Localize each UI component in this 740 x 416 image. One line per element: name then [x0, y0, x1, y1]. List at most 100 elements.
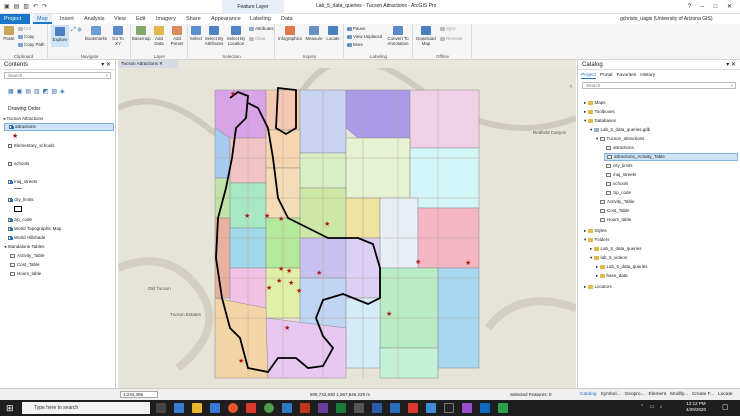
copy-button[interactable]: Copy [18, 34, 34, 39]
chrome-icon[interactable] [264, 403, 274, 413]
catalog-styles[interactable]: ▸ Styles [584, 228, 607, 234]
user-name[interactable]: gchristo_uagis (University of Arizona GI… [620, 16, 713, 22]
notification-icon[interactable]: ▢ [722, 403, 732, 413]
layer-maj-streets[interactable]: maj_streets [8, 179, 37, 184]
app-icon[interactable] [444, 403, 454, 413]
task-view-icon[interactable] [156, 403, 166, 413]
attraction-star[interactable]: ★ [296, 287, 302, 295]
catalog-toolboxes[interactable]: ▸ Toolboxes [584, 109, 615, 115]
layer-attractions-checkbox[interactable] [9, 124, 13, 129]
map-canvas[interactable]: ★ ★ ★ ★ ★ ★ ★ ★ ★ ★ ★ ★ ★ ★ ★ ★ ★ Old Tu… [118, 68, 576, 390]
attraction-star[interactable]: ★ [238, 357, 244, 365]
sync-button[interactable]: Sync [440, 26, 456, 31]
tab-share[interactable]: Share [182, 14, 205, 24]
catalog-cost-table[interactable]: Cost_Table [600, 208, 630, 213]
layer-elementary-schools-checkbox[interactable] [8, 143, 12, 148]
catalog-hours-table[interactable]: Hours_table [600, 217, 631, 222]
catalog-dataset[interactable]: ▾ Tucson_attractions [596, 136, 644, 142]
scale-selector[interactable]: 1:234,355 [120, 391, 158, 398]
standalone-tables-heading[interactable]: ◂ Standalone Tables [4, 244, 44, 250]
app-icon[interactable] [246, 403, 256, 413]
system-tray-icons[interactable]: ⌃ ▭ ♪ [640, 404, 664, 410]
catalog-folder-lab5[interactable]: ▸ Lab_5_data_queries [590, 246, 642, 252]
layer-world-topo[interactable]: World Topographic Map [8, 226, 61, 231]
locate-button[interactable]: Locate [324, 26, 342, 41]
table-hours[interactable]: Hours_table [10, 271, 41, 276]
catalog-city-limits[interactable]: city_limits [606, 163, 633, 168]
copy-path-button[interactable]: Copy Path [18, 42, 45, 47]
attraction-star[interactable]: ★ [230, 90, 236, 98]
catalog-schools[interactable]: schools [606, 181, 628, 186]
map-view[interactable]: Tucson Attractions ✕ ★ ★ ★ ★ ★ ★ ★ ★ ★ ★… [118, 60, 576, 400]
layer-map[interactable]: ◂ Tucson Attractions [3, 116, 43, 122]
attraction-star[interactable]: ★ [415, 258, 421, 266]
catalog-gdb[interactable]: ▾ Lab_5_data_queries.gdb [590, 127, 650, 133]
app-icon[interactable] [480, 403, 490, 413]
bottom-tab-modify[interactable]: Modify... [670, 392, 688, 397]
goto-button[interactable]: Go To XY [109, 26, 127, 46]
tab-edit[interactable]: Edit [132, 14, 149, 24]
catalog-locators[interactable]: ▸ Locators [584, 284, 612, 290]
arcgis-pro-icon[interactable] [390, 403, 400, 413]
taskbar-search-input[interactable]: Type here to search [22, 402, 150, 414]
bottom-tab-symbology[interactable]: Symbol... [601, 392, 621, 397]
attraction-star[interactable]: ★ [244, 212, 250, 220]
catalog-folders[interactable]: ▾ Folders [584, 237, 610, 243]
catalog-databases[interactable]: ▾ Databases [584, 118, 616, 124]
add-data-button[interactable]: Add Data [150, 26, 168, 46]
catalog-activity-table[interactable]: Activity_Table [600, 199, 635, 204]
app-icon[interactable] [426, 403, 436, 413]
tab-data[interactable]: Data [277, 14, 297, 24]
attraction-star[interactable]: ★ [278, 265, 284, 273]
layer-schools-checkbox[interactable] [8, 161, 12, 166]
layer-schools[interactable]: schools [8, 161, 29, 166]
attraction-star[interactable]: ★ [278, 215, 284, 223]
attraction-star[interactable]: ★ [286, 267, 292, 275]
cut-button[interactable]: Cut [18, 26, 31, 31]
attraction-star[interactable]: ★ [266, 284, 272, 292]
file-explorer-icon[interactable] [192, 403, 202, 413]
firefox-icon[interactable] [228, 403, 238, 413]
powerpoint-icon[interactable] [300, 403, 310, 413]
layer-world-topo-checkbox[interactable] [8, 226, 12, 231]
clock[interactable]: 12:12 PM 4/29/2020 [686, 401, 706, 413]
undo-icon[interactable]: ↶ [33, 3, 38, 10]
layer-attractions[interactable]: attractions [4, 123, 114, 131]
new-icon[interactable]: ▣ [4, 3, 10, 10]
app-icon[interactable] [498, 403, 508, 413]
catalog-tab-portal[interactable]: Portal [600, 73, 613, 78]
attraction-star[interactable]: ★ [276, 277, 282, 285]
layer-city-limits-checkbox[interactable] [8, 197, 12, 202]
bottom-tab-locate[interactable]: Locate [718, 392, 732, 397]
layer-zip-code-checkbox[interactable] [8, 217, 12, 222]
redo-icon[interactable]: ↷ [42, 3, 47, 10]
layer-world-hillshade-checkbox[interactable] [8, 235, 12, 240]
map-collapse-icon[interactable]: ‹ [570, 84, 572, 90]
basemap-button[interactable]: Basemap [132, 26, 151, 41]
attraction-star[interactable]: ★ [316, 269, 322, 277]
tab-labeling[interactable]: Labeling [246, 14, 275, 24]
attraction-star[interactable]: ★ [324, 220, 330, 228]
select-by-attributes-button[interactable]: Select By Attributes [203, 26, 225, 46]
clear-button[interactable]: Clear [249, 36, 266, 41]
convert-annotation-button[interactable]: Convert To Annotation [385, 26, 411, 46]
open-icon[interactable]: ▤ [14, 3, 20, 10]
catalog-zip-code[interactable]: zip_code [606, 190, 631, 195]
bottom-tab-create[interactable]: Create F... [692, 392, 714, 397]
table-cost[interactable]: Cost_Table [10, 262, 40, 267]
terminal-icon[interactable] [354, 403, 364, 413]
catalog-tab-favorites[interactable]: Favorites [616, 73, 636, 78]
paste-button[interactable]: Paste [2, 26, 16, 41]
more-button[interactable]: More [347, 42, 363, 47]
infographics-button[interactable]: Infographics [277, 26, 303, 41]
bookmarks-button[interactable]: Bookmarks [85, 26, 107, 41]
tab-appearance[interactable]: Appearance [207, 14, 245, 24]
layer-elementary-schools[interactable]: Elementary_schools [8, 143, 55, 148]
bottom-tab-catalog[interactable]: Catalog [580, 392, 597, 397]
attraction-star[interactable]: ★ [284, 324, 290, 332]
attraction-star[interactable]: ★ [288, 279, 294, 287]
catalog-folder-videos[interactable]: ▾ lab_5_videos [590, 255, 627, 261]
word-icon[interactable] [282, 403, 292, 413]
catalog-base-data[interactable]: ▸ base_data [596, 273, 628, 279]
layer-world-hillshade[interactable]: World Hillshade [8, 235, 45, 240]
